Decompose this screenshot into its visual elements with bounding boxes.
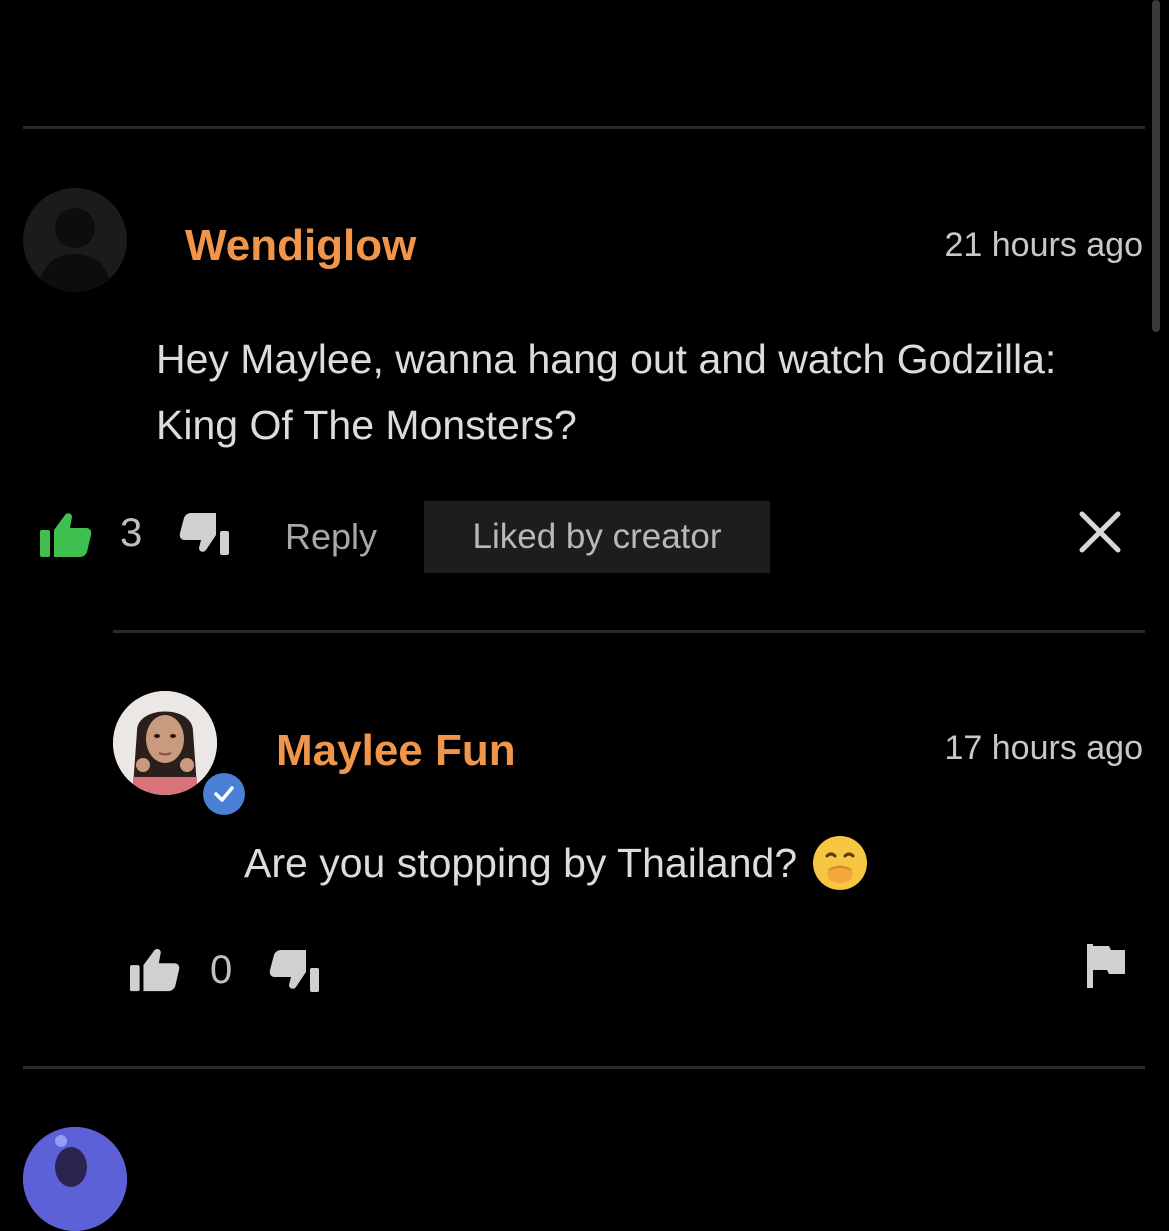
avatar-wendiglow[interactable] (23, 188, 127, 292)
liked-by-creator-label: Liked by creator (472, 517, 722, 556)
default-user-icon (39, 208, 111, 292)
reply-text: Are you stopping by Thailand? (244, 830, 868, 896)
close-icon[interactable] (1078, 510, 1122, 554)
reply-divider (113, 630, 1145, 633)
profile-photo-icon (113, 691, 217, 795)
reply-text-content: Are you stopping by Thailand? (244, 840, 798, 886)
comment-username[interactable]: Wendiglow (185, 224, 416, 268)
avatar-next-commenter[interactable] (23, 1127, 127, 1231)
thumbs-down-icon[interactable] (177, 513, 229, 555)
reply-timestamp: 17 hours ago (944, 729, 1144, 767)
comment-timestamp: 21 hours ago (944, 226, 1144, 264)
profile-photo-icon (23, 1127, 127, 1231)
verified-check-icon (203, 773, 245, 815)
bottom-divider (23, 1066, 1145, 1069)
reply-username[interactable]: Maylee Fun (276, 729, 516, 773)
like-count: 3 (120, 511, 143, 555)
comment-text-line: Hey Maylee, wanna hang out and watch God… (156, 336, 1057, 382)
thumbs-down-icon[interactable] (267, 950, 319, 992)
flag-icon[interactable] (1087, 944, 1127, 988)
top-divider (23, 126, 1145, 129)
reply-button[interactable]: Reply (285, 519, 377, 555)
scrollbar[interactable] (1152, 0, 1160, 332)
comment-text-line: King Of The Monsters? (156, 402, 577, 448)
thumbs-up-icon[interactable] (40, 511, 92, 557)
avatar-maylee-fun[interactable] (113, 691, 217, 795)
comment-text: Hey Maylee, wanna hang out and watch God… (156, 326, 1056, 458)
liked-by-creator-badge: Liked by creator (424, 501, 770, 573)
like-count: 0 (210, 948, 233, 992)
hand-over-mouth-emoji-icon (813, 836, 868, 890)
thumbs-up-icon[interactable] (130, 946, 180, 992)
